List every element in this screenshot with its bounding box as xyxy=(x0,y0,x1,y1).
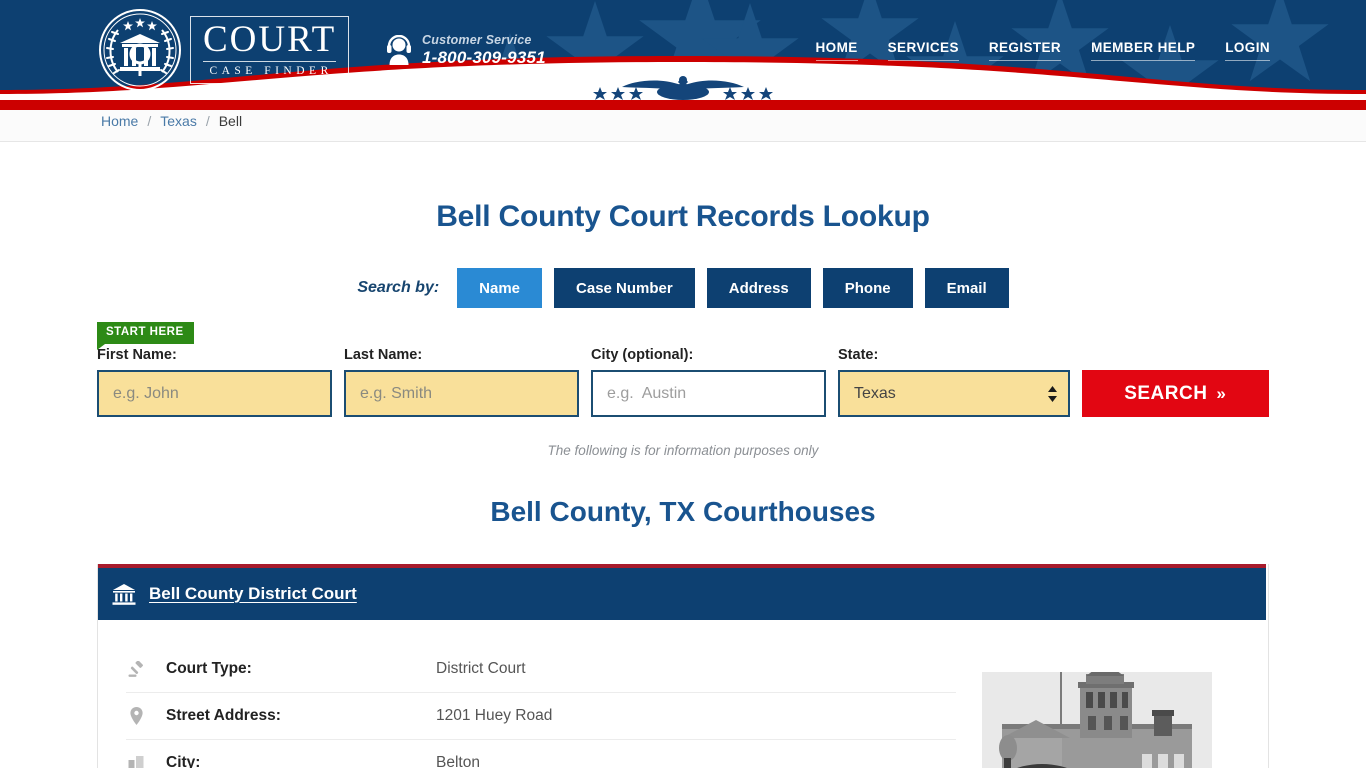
row-value-street-address: 1201 Huey Road xyxy=(436,707,553,724)
logo-main-text: COURT xyxy=(203,19,337,63)
city-label: City (optional): xyxy=(591,347,694,363)
breadcrumb-item-bell: Bell xyxy=(218,112,243,129)
row-value-city: Belton xyxy=(436,754,480,768)
main-navigation: HOME SERVICES REGISTER MEMBER HELP LOGIN xyxy=(815,40,1270,61)
nav-item-home[interactable]: HOME xyxy=(815,40,858,61)
first-name-label: First Name: xyxy=(97,347,177,363)
search-form: START HERE First Name: Last Name: City (… xyxy=(97,322,1269,417)
gavel-icon xyxy=(126,660,146,678)
breadcrumb-item-texas[interactable]: Texas xyxy=(160,113,197,129)
search-button[interactable]: SEARCH » xyxy=(1081,370,1269,417)
nav-item-register[interactable]: REGISTER xyxy=(988,40,1062,61)
start-here-badge: START HERE xyxy=(97,322,194,349)
courthouse-title-link[interactable]: Bell County District Court xyxy=(149,584,357,604)
courthouse-card: Bell County District Court Court Type: D… xyxy=(97,564,1269,768)
first-name-field-group: First Name: xyxy=(97,347,332,417)
court-seal-icon xyxy=(99,9,181,91)
customer-service-label: Customer Service xyxy=(422,33,532,47)
site-header: COURT CASE FINDER Customer Service 1-800… xyxy=(0,0,1366,100)
table-row: City: Belton xyxy=(126,740,956,768)
tab-email[interactable]: Email xyxy=(924,268,1009,308)
row-label-city: City: xyxy=(166,754,201,768)
courthouse-photo xyxy=(982,630,1212,768)
headset-agent-icon xyxy=(387,35,411,66)
row-label-street-address: Street Address: xyxy=(166,707,281,724)
nav-item-services[interactable]: SERVICES xyxy=(887,40,959,61)
historic-courthouse-photo xyxy=(982,662,1212,768)
state-label: State: xyxy=(838,347,879,363)
nav-item-member-help[interactable]: MEMBER HELP xyxy=(1091,40,1196,61)
courthouse-card-body: Court Type: District Court Street Addres… xyxy=(98,620,1268,768)
last-name-input[interactable] xyxy=(344,370,579,417)
first-name-input[interactable] xyxy=(97,370,332,417)
city-field-group: City (optional): xyxy=(591,347,826,417)
section-title-courthouses: Bell County, TX Courthouses xyxy=(490,496,876,527)
breadcrumb-item-home[interactable]: Home xyxy=(101,113,138,129)
state-select[interactable]: Texas xyxy=(838,370,1070,417)
tab-case-number[interactable]: Case Number xyxy=(554,268,695,308)
customer-service-phone[interactable]: 1-800-309-9351 xyxy=(422,49,546,67)
last-name-label: Last Name: xyxy=(344,347,423,363)
row-label-court-type: Court Type: xyxy=(166,660,252,677)
courthouse-card-header: Bell County District Court xyxy=(98,564,1266,620)
breadcrumb-separator: / xyxy=(147,112,152,129)
map-pin-icon xyxy=(126,707,146,725)
site-logo[interactable]: COURT CASE FINDER xyxy=(98,8,350,92)
state-field-group: State: Texas xyxy=(838,347,1070,417)
search-by-tabs: Search by: Name Case Number Address Phon… xyxy=(0,268,1366,308)
tab-phone[interactable]: Phone xyxy=(822,268,913,308)
tab-name[interactable]: Name xyxy=(457,268,543,308)
logo-sub-text: CASE FINDER xyxy=(209,65,333,78)
breadcrumb-separator: / xyxy=(205,112,210,129)
search-button-label: SEARCH xyxy=(1124,382,1208,404)
double-chevron-right-icon: » xyxy=(1216,383,1227,403)
courthouse-detail-rows: Court Type: District Court Street Addres… xyxy=(126,630,956,768)
table-row: Court Type: District Court xyxy=(126,646,956,693)
last-name-field-group: Last Name: xyxy=(344,347,579,417)
main-content: Bell County Court Records Lookup Search … xyxy=(0,142,1366,768)
bank-courthouse-icon xyxy=(112,584,136,605)
table-row: Street Address: 1201 Huey Road xyxy=(126,693,956,740)
breadcrumb: Home / Texas / Bell xyxy=(101,113,242,129)
city-input[interactable] xyxy=(591,370,826,417)
red-accent-stripe xyxy=(0,100,1366,110)
customer-service-block[interactable]: Customer Service 1-800-309-9351 xyxy=(386,33,546,67)
page-title: Bell County Court Records Lookup xyxy=(436,200,930,233)
city-icon xyxy=(126,755,146,768)
tab-address[interactable]: Address xyxy=(706,268,811,308)
row-value-court-type: District Court xyxy=(436,660,526,677)
nav-item-login[interactable]: LOGIN xyxy=(1225,40,1270,61)
disclaimer-text: The following is for information purpose… xyxy=(547,443,819,458)
search-by-label: Search by: xyxy=(357,279,440,296)
logo-wordmark: COURT CASE FINDER xyxy=(190,16,350,84)
